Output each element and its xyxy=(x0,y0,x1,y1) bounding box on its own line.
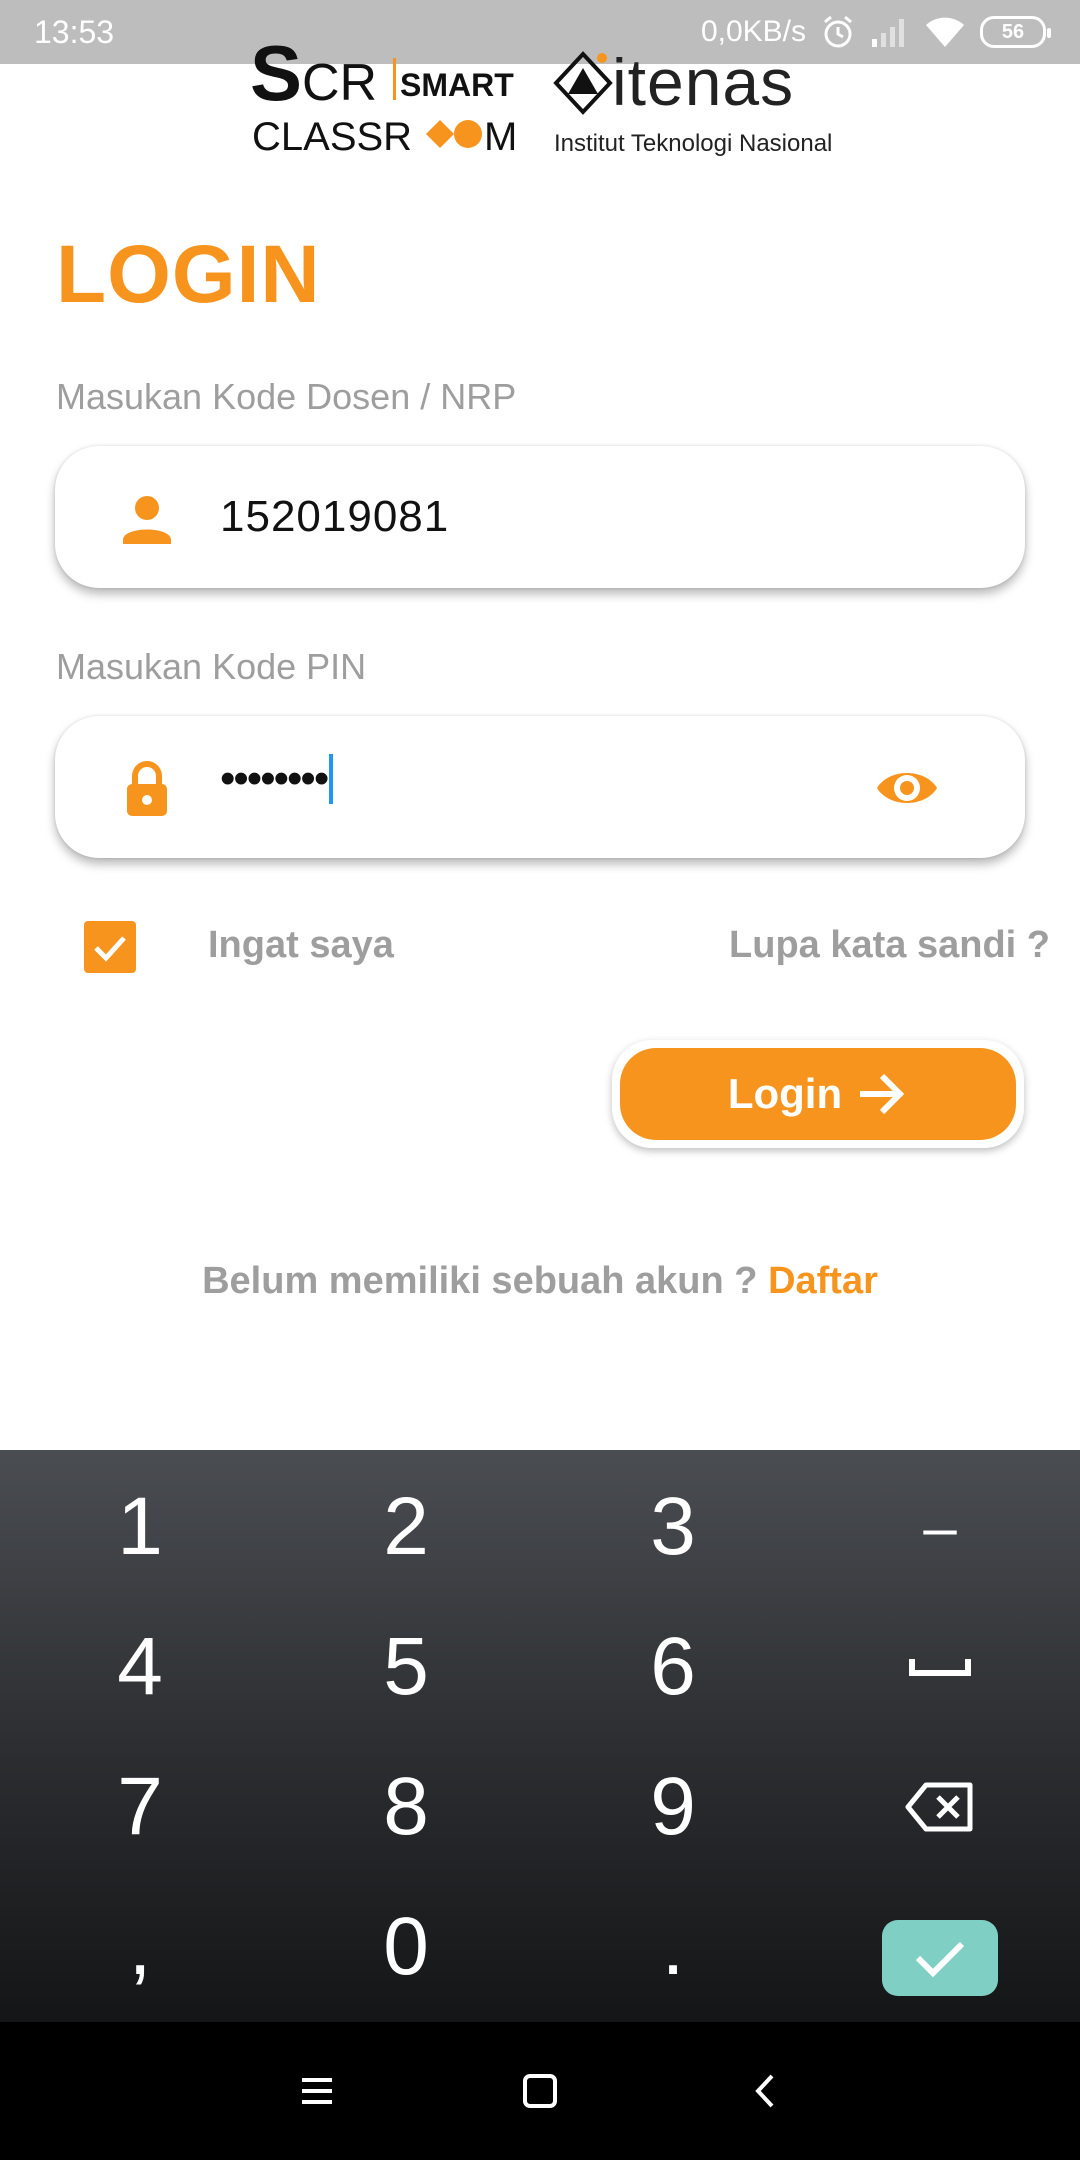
logo-classroom-end: M xyxy=(484,115,517,159)
login-button[interactable]: Login xyxy=(612,1040,1024,1148)
key-9[interactable]: 9 xyxy=(538,1737,808,1877)
battery-level: 56 xyxy=(1001,20,1025,43)
key-2[interactable]: 2 xyxy=(271,1457,541,1597)
key-4[interactable]: 4 xyxy=(5,1597,275,1737)
remember-me-label[interactable]: Ingat saya xyxy=(208,924,394,967)
alarm-icon xyxy=(824,15,852,48)
itenas-name: itenas xyxy=(612,45,795,119)
key-backspace[interactable] xyxy=(805,1737,1075,1877)
login-button-fill: Login xyxy=(620,1048,1016,1140)
check-icon xyxy=(94,936,126,962)
battery-icon: 56 xyxy=(980,16,1051,48)
itenas-emblem-icon xyxy=(553,51,613,115)
page-title: LOGIN xyxy=(56,229,321,320)
status-bar: 13:53 0,0KB/s 56 xyxy=(0,0,1080,64)
pin-masked-text: •••••••• xyxy=(220,754,329,803)
navigation-bar xyxy=(0,2022,1080,2160)
logo-classroom-word: CLASSR xyxy=(252,115,412,159)
key-5[interactable]: 5 xyxy=(271,1597,541,1737)
signup-row: Belum memiliki sebuah akun ? Daftar xyxy=(0,1260,1080,1303)
remember-me-checkbox[interactable] xyxy=(84,921,136,973)
space-icon xyxy=(909,1659,971,1676)
user-code-field[interactable]: 152019081 xyxy=(55,446,1025,588)
key-6[interactable]: 6 xyxy=(538,1597,808,1737)
login-button-label: Login xyxy=(727,1070,843,1117)
key-0[interactable]: 0 xyxy=(271,1877,541,2017)
itenas-logo: itenas Institut Teknologi Nasional xyxy=(552,45,842,160)
key-8[interactable]: 8 xyxy=(271,1737,541,1877)
text-cursor xyxy=(329,754,334,804)
key-comma[interactable]: , xyxy=(5,1877,275,2017)
user-code-value[interactable]: 152019081 xyxy=(220,492,449,542)
signup-prompt: Belum memiliki sebuah akun ? xyxy=(202,1260,758,1302)
arrow-right-icon xyxy=(860,1073,905,1115)
back-icon[interactable] xyxy=(742,2066,792,2116)
key-minus[interactable]: – xyxy=(805,1457,1075,1597)
check-icon xyxy=(915,1941,965,1978)
logo-smart-word: SMART xyxy=(400,67,514,103)
pin-field[interactable]: •••••••• xyxy=(55,716,1025,858)
logo-s-letter: S xyxy=(250,44,302,117)
lock-icon xyxy=(127,761,167,816)
key-1[interactable]: 1 xyxy=(5,1457,275,1597)
status-time: 13:53 xyxy=(34,14,115,50)
logo-cr-letters: CR xyxy=(302,54,377,112)
numeric-keyboard: 1 2 3 – 4 5 6 7 8 9 , 0 . xyxy=(0,1450,1080,2022)
wifi-icon xyxy=(926,17,964,47)
home-icon[interactable] xyxy=(515,2066,565,2116)
menu-icon[interactable] xyxy=(292,2066,342,2116)
key-confirm[interactable] xyxy=(882,1920,998,1996)
backspace-icon xyxy=(905,1782,973,1832)
key-period[interactable]: . xyxy=(538,1877,808,2017)
key-3[interactable]: 3 xyxy=(538,1457,808,1597)
smart-classroom-logo: S CR SMART CLASSR M xyxy=(250,44,517,159)
signup-link[interactable]: Daftar xyxy=(768,1260,878,1302)
person-icon xyxy=(123,496,171,544)
key-space[interactable] xyxy=(805,1597,1075,1737)
signal-icon xyxy=(872,19,904,47)
pin-value[interactable]: •••••••• xyxy=(220,754,334,804)
user-field-label: Masukan Kode Dosen / NRP xyxy=(56,376,517,417)
key-7[interactable]: 7 xyxy=(5,1737,275,1877)
itenas-subtitle: Institut Teknologi Nasional xyxy=(554,130,833,157)
pin-field-label: Masukan Kode PIN xyxy=(56,646,367,687)
forgot-password-link[interactable]: Lupa kata sandi ? xyxy=(729,924,1050,967)
eye-icon[interactable] xyxy=(875,756,939,820)
